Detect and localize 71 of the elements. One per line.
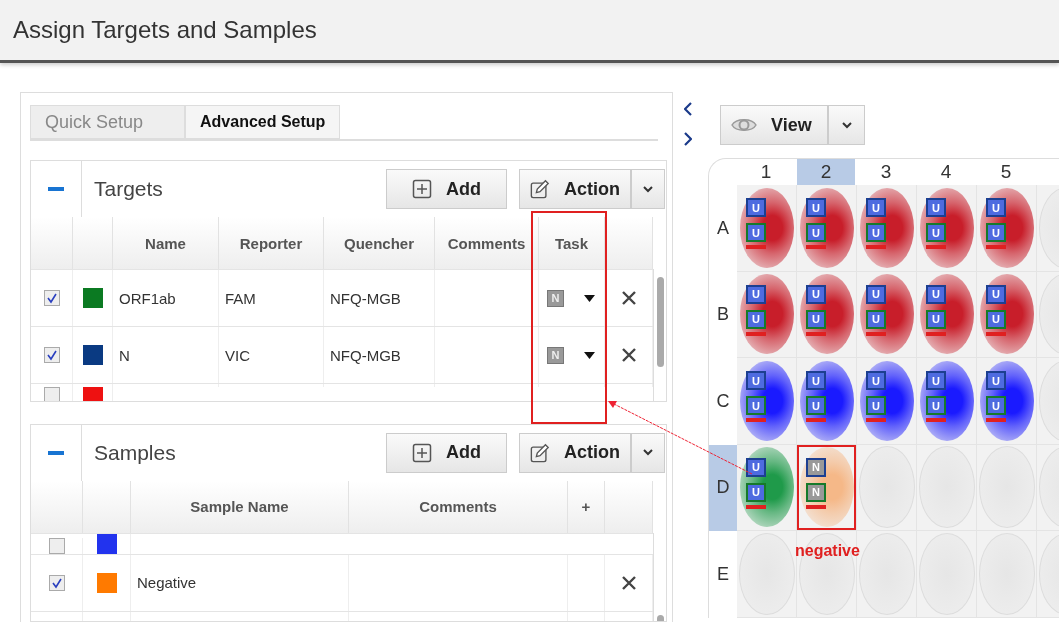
view-button[interactable]: View [720,105,828,145]
tab[interactable]: Advanced Setup [185,105,340,139]
task-badge: U [986,396,1006,415]
add-button[interactable]: Add [386,432,507,473]
task-badge: U [866,371,886,390]
task-badge: U [866,396,886,415]
task-badge: U [926,396,946,415]
task-badge: U [926,371,946,390]
task-badge: U [806,284,826,304]
task-badge: U [806,223,826,242]
column-label[interactable]: 4 [917,159,975,185]
table-cell: NFQ-MGB [330,346,401,364]
table-cell: VIC [225,346,250,364]
column-header: Comments [349,480,568,533]
table-cell: Negative [137,574,197,592]
task-badge: U [806,198,826,217]
column-header: Sample Name [131,480,349,533]
column-header: Name [113,217,219,269]
panel-title: Targets [94,177,164,201]
task-badge: U [866,198,886,217]
page-title: Assign Targets and Samples [13,16,317,44]
task-badge: U [866,223,886,242]
task-badge: U [866,284,886,304]
panel-title: Samples [94,440,177,465]
task-badge: U [986,309,1006,329]
task-badge: N [547,346,564,364]
add-button[interactable]: Add [386,169,507,209]
column-header: + [568,480,605,533]
table-cell: ORF1ab [119,289,176,307]
task-badge: U [746,309,766,329]
column-label[interactable]: 2 [797,159,855,185]
task-badge: U [806,371,826,390]
task-badge: N [806,482,826,502]
task-badge: U [926,284,946,304]
callout-label: negative [795,542,860,560]
task-badge: U [806,396,826,415]
task-badge: U [926,309,946,329]
task-badge: N [806,457,826,477]
task-badge: U [986,371,1006,390]
table-cell: NFQ-MGB [330,289,401,307]
row-label[interactable]: B [709,271,737,358]
column-header: Reporter [219,217,324,269]
task-badge: U [746,284,766,304]
column-label[interactable]: 5 [977,159,1035,185]
column-label[interactable]: 1 [737,159,795,185]
action-button[interactable]: Action [519,169,631,209]
action-button[interactable]: Action [519,432,631,473]
task-badge: U [746,198,766,217]
task-badge: U [746,457,766,477]
row-label[interactable]: E [709,531,737,618]
column-header: Comments [435,217,539,269]
table-cell: N [119,346,130,364]
task-badge: U [746,223,766,242]
row-label[interactable]: D [709,444,737,531]
column-header: Task [539,217,605,269]
row-label[interactable]: A [709,185,737,272]
task-badge: N [547,289,564,307]
task-badge: U [926,198,946,217]
column-header: Quencher [324,217,435,269]
task-badge: U [986,198,1006,217]
task-badge: U [746,396,766,415]
task-badge: U [986,284,1006,304]
table-cell: FAM [225,289,256,307]
task-badge: U [806,309,826,329]
column-label[interactable]: 3 [857,159,915,185]
row-label[interactable]: C [709,358,737,445]
task-badge: U [926,223,946,242]
task-badge: U [746,371,766,390]
task-badge: U [866,309,886,329]
task-badge: U [986,223,1006,242]
task-badge: U [746,482,766,502]
